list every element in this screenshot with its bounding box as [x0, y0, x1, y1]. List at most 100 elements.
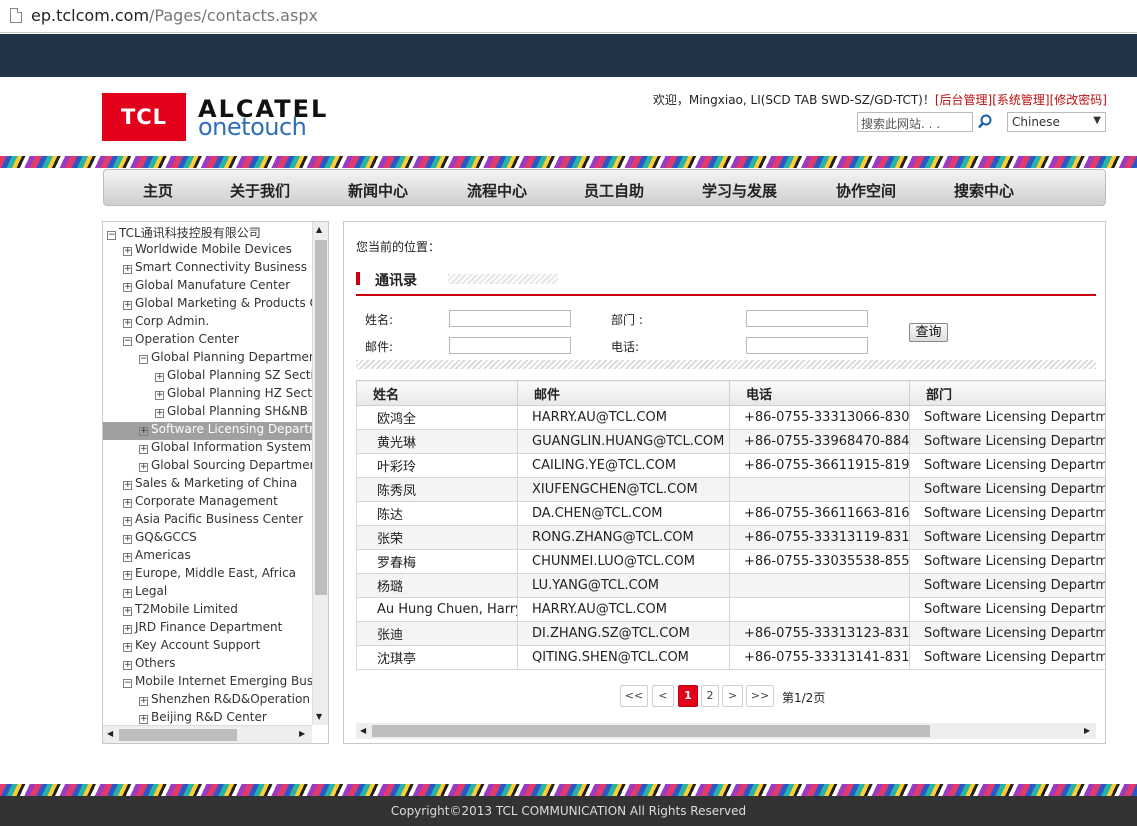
expand-icon[interactable]: +	[123, 265, 132, 274]
admin-link[interactable]: [后台管理]	[935, 93, 992, 107]
system-admin-link[interactable]: [系统管理]	[992, 93, 1049, 107]
expand-icon[interactable]: +	[139, 445, 148, 454]
table-row[interactable]: 张迪 DI.ZHANG.SZ@TCL.COM +86-0755-33313123-8…	[356, 621, 1105, 646]
table-row[interactable]: 张荣 RONG.ZHANG@TCL.COM +86-0755-33313119-83…	[356, 525, 1105, 550]
table-row[interactable]: 罗春梅 CHUNMEI.LUO@TCL.COM +86-0755-33035538-…	[356, 549, 1105, 574]
tree-vertical-scrollbar[interactable]: ▲ ▼	[312, 222, 328, 725]
nav-learning[interactable]: 学习与发展	[702, 180, 777, 201]
nav-news[interactable]: 新闻中心	[348, 180, 408, 201]
scroll-thumb[interactable]	[119, 729, 237, 741]
scroll-thumb[interactable]	[372, 725, 930, 737]
tree-node[interactable]: + Corporate Management	[103, 494, 312, 512]
table-row[interactable]: 杨璐 LU.YANG@TCL.COM Software Licensing Depa…	[356, 573, 1105, 598]
nav-home[interactable]: 主页	[143, 180, 173, 201]
table-row[interactable]: 陈秀凤 XIUFENGCHEN@TCL.COM Software Licensing…	[356, 477, 1105, 502]
expand-icon[interactable]: +	[155, 409, 164, 418]
expand-icon[interactable]: +	[123, 643, 132, 652]
change-password-link[interactable]: [修改密码]	[1050, 93, 1107, 107]
next-page-button[interactable]: >	[722, 685, 743, 707]
table-row[interactable]: 陈达 DA.CHEN@TCL.COM +86-0755-36611663-81663…	[356, 501, 1105, 526]
first-page-button[interactable]: <<	[620, 685, 648, 707]
tree-node[interactable]: + Global Manufature Center	[103, 278, 312, 296]
tree-node[interactable]: + Worldwide Mobile Devices	[103, 242, 312, 260]
expand-icon[interactable]: +	[123, 319, 132, 328]
page-2-button[interactable]: 2	[701, 685, 719, 707]
expand-icon[interactable]: +	[155, 373, 164, 382]
scroll-right-icon[interactable]: ▶	[299, 729, 305, 738]
site-search-input[interactable]: 搜索此网站. . .	[857, 112, 973, 132]
expand-icon[interactable]: +	[123, 625, 132, 634]
tree-node[interactable]: +Global Planning SH&NB Section	[103, 404, 312, 422]
scroll-right-icon[interactable]: ▶	[1084, 726, 1090, 735]
expand-icon[interactable]: +	[139, 427, 148, 436]
url-text[interactable]: ep.tclcom.com/Pages/contacts.aspx	[31, 6, 318, 25]
dept-field[interactable]	[746, 310, 868, 327]
expand-icon[interactable]: +	[123, 247, 132, 256]
tree-node[interactable]: +Software Licensing Department	[103, 422, 312, 440]
expand-icon[interactable]: +	[123, 283, 132, 292]
tree-node[interactable]: − Operation Center	[103, 332, 312, 350]
tree-node[interactable]: + Europe, Middle East, Africa	[103, 566, 312, 584]
tree-node[interactable]: + Sales & Marketing of China	[103, 476, 312, 494]
language-select[interactable]: Chinese ▼	[1007, 112, 1106, 132]
expand-icon[interactable]: +	[123, 607, 132, 616]
scroll-up-icon[interactable]: ▲	[316, 225, 322, 234]
tree-node[interactable]: +Global Marketing & Products Center	[103, 296, 312, 314]
tree-node[interactable]: + T2Mobile Limited	[103, 602, 312, 620]
scroll-left-icon[interactable]: ◀	[360, 726, 366, 735]
scroll-left-icon[interactable]: ◀	[107, 729, 113, 738]
tree-horizontal-scrollbar[interactable]: ◀ ▶	[103, 725, 312, 743]
column-header-dept[interactable]: 部门	[909, 380, 1105, 406]
nav-process[interactable]: 流程中心	[467, 180, 527, 201]
table-row[interactable]: 沈琪亭 QITING.SHEN@TCL.COM +86-0755-33313141-…	[356, 645, 1105, 670]
expand-icon[interactable]: +	[123, 553, 132, 562]
tree-node[interactable]: + Asia Pacific Business Center	[103, 512, 312, 530]
column-header-name[interactable]: 姓名	[356, 380, 518, 406]
tree-node[interactable]: + Corp Admin.	[103, 314, 312, 332]
tree-node[interactable]: +Global Information System & Process	[103, 440, 312, 458]
search-icon[interactable]	[975, 112, 996, 132]
scroll-thumb[interactable]	[315, 240, 327, 595]
tcl-logo[interactable]: TCL	[102, 93, 186, 141]
scroll-down-icon[interactable]: ▼	[316, 712, 322, 721]
tree-node[interactable]: + JRD Finance Department	[103, 620, 312, 638]
tree-node[interactable]: + Legal	[103, 584, 312, 602]
collapse-icon[interactable]: −	[123, 679, 132, 688]
name-field[interactable]	[449, 310, 571, 327]
tree-node[interactable]: + GQ&GCCS	[103, 530, 312, 548]
expand-icon[interactable]: +	[123, 499, 132, 508]
table-row[interactable]: 叶彩玲 CAILING.YE@TCL.COM +86-0755-36611915-8…	[356, 453, 1105, 478]
table-horizontal-scrollbar[interactable]: ◀ ▶	[356, 723, 1096, 739]
nav-collaboration[interactable]: 协作空间	[836, 180, 896, 201]
tree-node[interactable]: + Others	[103, 656, 312, 674]
expand-icon[interactable]: +	[123, 517, 132, 526]
tree-node[interactable]: +Shenzhen R&D&Operation Center	[103, 692, 312, 710]
table-row[interactable]: 欧鸿全 HARRY.AU@TCL.COM +86-0755-33313066-830…	[356, 405, 1105, 430]
table-row[interactable]: 黄光琳 GUANGLIN.HUANG@TCL.COM +86-0755-339684…	[356, 429, 1105, 454]
prev-page-button[interactable]: <	[652, 685, 674, 707]
tree-node[interactable]: +Global Planning SZ Section	[103, 368, 312, 386]
column-header-phone[interactable]: 电话	[729, 380, 910, 406]
collapse-icon[interactable]: −	[139, 355, 148, 364]
tree-node[interactable]: −Mobile Internet Emerging Business Unit	[103, 674, 312, 692]
email-field[interactable]	[449, 337, 571, 354]
tree-node[interactable]: +Global Planning HZ Section	[103, 386, 312, 404]
column-header-email[interactable]: 邮件	[517, 380, 730, 406]
expand-icon[interactable]: +	[155, 391, 164, 400]
table-row[interactable]: Au Hung Chuen, Harry HARRY.AU@TCL.COM Soft…	[356, 597, 1105, 622]
collapse-icon[interactable]: −	[123, 337, 132, 346]
phone-field[interactable]	[746, 337, 868, 354]
expand-icon[interactable]: +	[123, 481, 132, 490]
tree-node[interactable]: + Americas	[103, 548, 312, 566]
expand-icon[interactable]: +	[123, 661, 132, 670]
nav-about[interactable]: 关于我们	[230, 180, 290, 201]
expand-icon[interactable]: +	[139, 697, 148, 706]
tree-node[interactable]: + Key Account Support	[103, 638, 312, 656]
expand-icon[interactable]: +	[139, 463, 148, 472]
tree-node[interactable]: − Global Planning Department	[103, 350, 312, 368]
query-button[interactable]: 查询	[909, 323, 948, 342]
expand-icon[interactable]: +	[139, 715, 148, 724]
browser-address-bar[interactable]: ep.tclcom.com/Pages/contacts.aspx	[0, 0, 1137, 33]
expand-icon[interactable]: +	[123, 535, 132, 544]
expand-icon[interactable]: +	[123, 589, 132, 598]
